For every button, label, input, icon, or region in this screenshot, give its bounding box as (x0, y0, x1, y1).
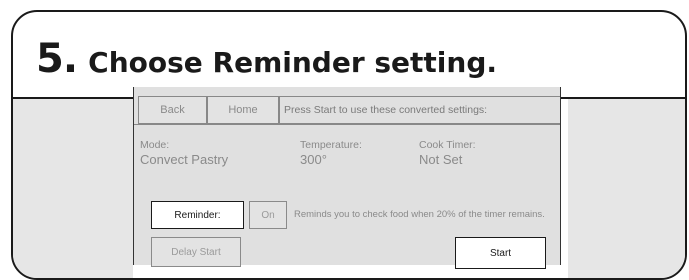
reminder-on-toggle[interactable]: On (249, 201, 287, 229)
oven-control-screen: Back Home Press Start to use these conve… (133, 87, 561, 269)
back-button[interactable]: Back (138, 96, 207, 124)
cook-timer-label: Cook Timer: (419, 139, 476, 151)
status-message: Press Start to use these converted setti… (279, 96, 560, 124)
delay-start-button[interactable]: Delay Start (151, 237, 241, 267)
reminder-button[interactable]: Reminder: (151, 201, 244, 229)
temperature-value: 300° (300, 152, 327, 167)
reminder-hint: Reminds you to check food when 20% of th… (294, 209, 545, 220)
start-button[interactable]: Start (455, 237, 546, 269)
nav-divider (134, 124, 560, 125)
step-number: 5. (36, 36, 78, 82)
step-title: 5. Choose Reminder setting. (36, 36, 497, 82)
step-text: Choose Reminder setting. (88, 46, 498, 79)
temperature-label: Temperature: (300, 139, 362, 151)
cook-timer-value: Not Set (419, 152, 463, 167)
mode-value: Convect Pastry (140, 152, 229, 167)
home-button[interactable]: Home (207, 96, 279, 124)
mode-label: Mode: (140, 139, 170, 151)
